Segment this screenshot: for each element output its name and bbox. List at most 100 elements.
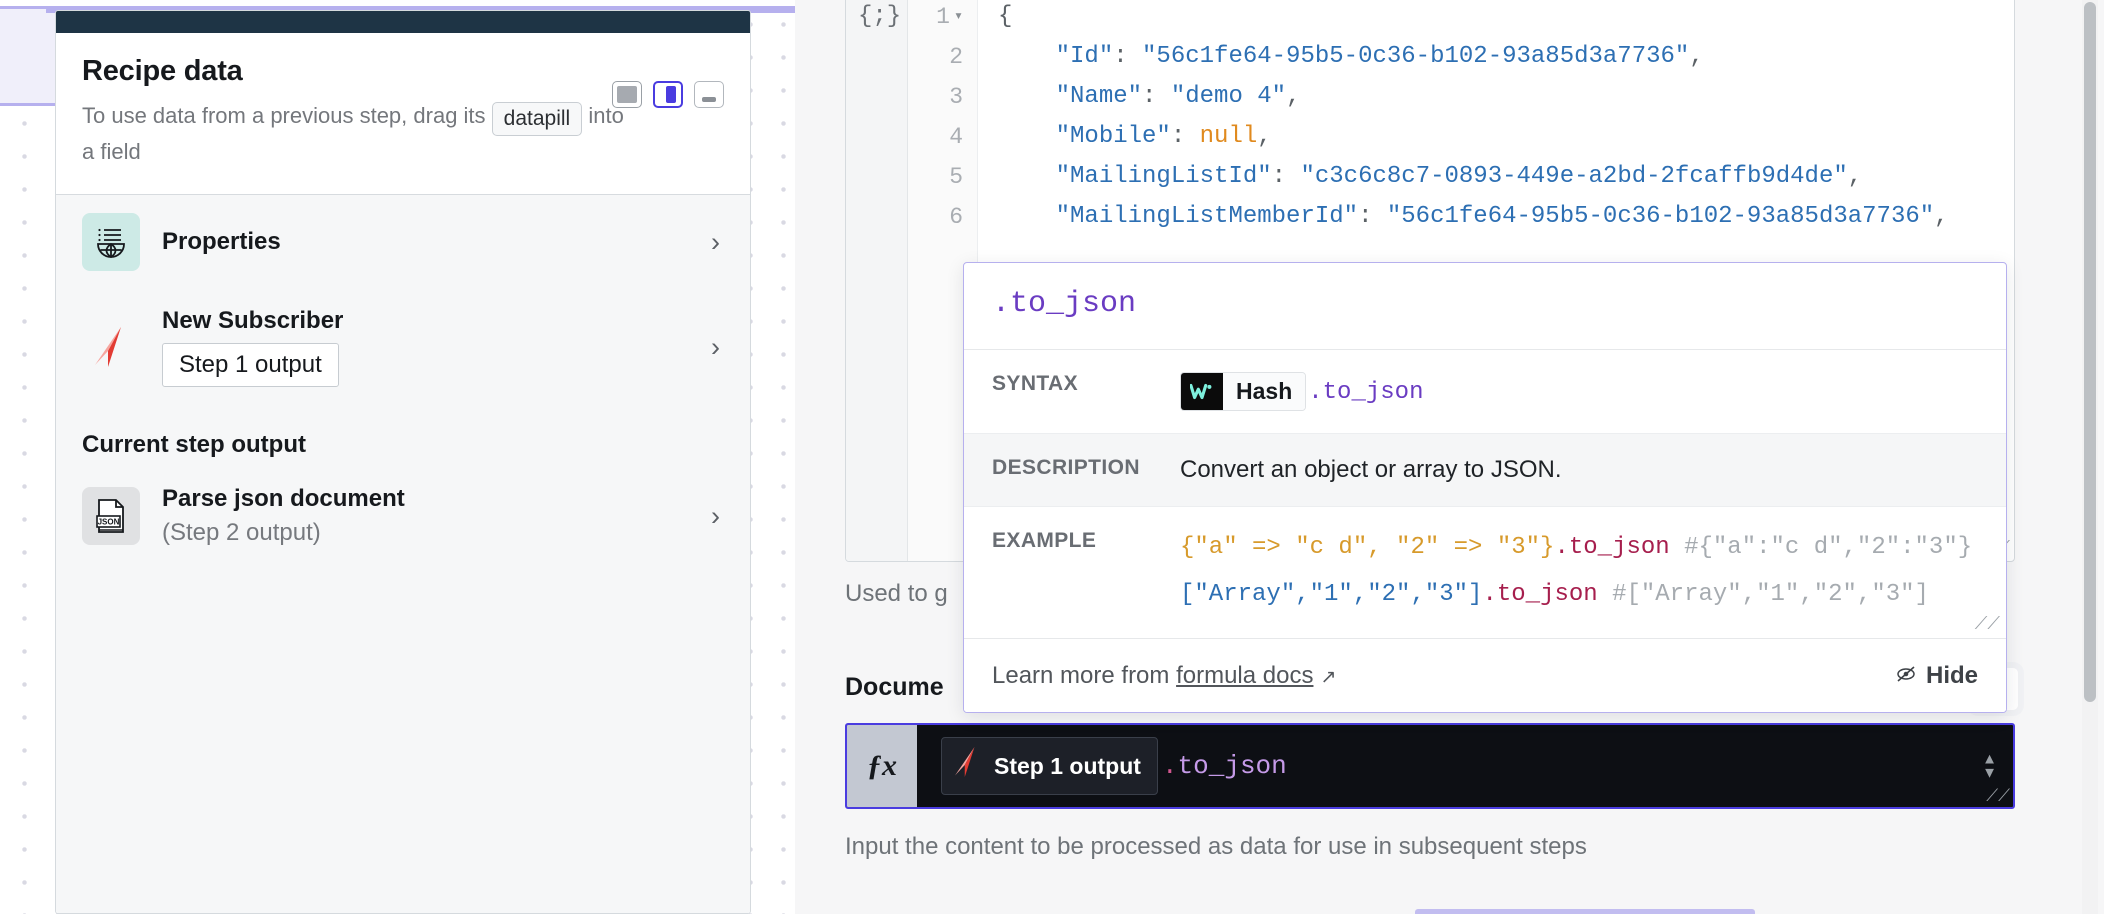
formula-popup-example-row: EXAMPLE {"a" => "c d", "2" => "3"}.to_js…: [964, 507, 2006, 635]
code-token: "MailingListMemberId": [1055, 203, 1359, 230]
code-token: ,: [1934, 203, 1949, 230]
hide-button[interactable]: Hide: [1895, 662, 1978, 690]
formula-dot: .: [1161, 751, 1178, 781]
learn-more-group: Learn more from formula docs ↗: [992, 662, 1336, 690]
paper-plane-icon: [952, 745, 982, 787]
editor-helper-text: Used to g: [845, 580, 948, 607]
document-field-label: Docume: [845, 673, 944, 701]
formula-resize-handle[interactable]: ⟋⟋: [1986, 786, 2010, 806]
example-value: {"a" => "c d", "2" => "3"}.to_json #{"a"…: [1180, 529, 1978, 613]
recipe-data-header: Recipe data To use data from a previous …: [56, 33, 750, 194]
properties-row-text: Properties: [162, 228, 711, 256]
code-line: "MailingListId": "c3c6c8c7-0893-449e-a2b…: [998, 157, 1994, 197]
line-number: 5: [949, 164, 963, 190]
syntax-value: Hash .to_json: [1180, 372, 1978, 411]
code-token: {: [998, 3, 1013, 30]
example-label: EXAMPLE: [992, 529, 1097, 552]
full-layout-icon: [617, 86, 637, 103]
json-file-icon: JSON: [82, 487, 140, 546]
popup-resize-handle[interactable]: ⟋⟋: [1975, 613, 2000, 634]
code-token: :: [1142, 83, 1171, 110]
sidebar-item-properties[interactable]: Properties ›: [56, 195, 750, 289]
example-expression: .to_json: [1554, 534, 1670, 561]
sidebar-item-label: Parse json document: [162, 485, 405, 513]
line-number: 1 ▾: [908, 0, 977, 37]
properties-globe-icon: [82, 213, 140, 272]
scrollbar-thumb[interactable]: [2084, 2, 2096, 702]
syntax-suffix: .to_json: [1308, 378, 1424, 406]
example-result-comment: #{"a":"c d","2":"3"}: [1669, 534, 1973, 561]
formula-input-bar[interactable]: ƒx Step 1 output . to_json ▲ ▼ ⟋⟋: [845, 723, 2015, 809]
svg-text:JSON: JSON: [98, 518, 120, 527]
chevron-right-icon[interactable]: ›: [711, 501, 724, 532]
line-number: 3: [949, 84, 963, 110]
hide-label: Hide: [1925, 661, 1978, 689]
code-token: "c3c6c8c7-0893-449e-a2bd-2fcaffb9d4de": [1300, 163, 1848, 190]
panel-titlebar: [56, 11, 750, 33]
code-token: ,: [1257, 123, 1272, 150]
code-token: null: [1199, 123, 1258, 150]
formula-popup-title: .to_json: [964, 263, 2006, 350]
formula-help-popup: .to_json SYNTAX Hash .to_json DESCRIPTIO…: [963, 262, 2007, 713]
line-number: 6: [949, 204, 963, 230]
step-1-output-datapill[interactable]: Step 1 output: [941, 737, 1158, 795]
formula-docs-link[interactable]: formula docs: [1176, 662, 1313, 689]
layout-toggle-group: [612, 81, 724, 108]
code-token: "56c1fe64-95b5-0c36-b102-93a85d3a7736": [1142, 43, 1690, 70]
sidebar-item-new-subscriber[interactable]: New Subscriber Step 1 output ›: [56, 289, 750, 405]
learn-more-prefix: Learn more from: [992, 661, 1170, 689]
workato-logo-icon: [1181, 373, 1223, 410]
current-step-output-heading: Current step output: [82, 431, 306, 459]
hash-type-name: Hash: [1223, 373, 1306, 410]
app-root: Recipe data To use data from a previous …: [0, 0, 2104, 914]
page-scrollbar[interactable]: [2082, 0, 2098, 914]
code-token: "MailingListId": [1055, 163, 1272, 190]
code-line: {: [998, 0, 1994, 37]
eye-slash-icon: [1895, 662, 1917, 690]
chevron-right-icon[interactable]: ›: [711, 332, 724, 363]
code-token: "Name": [1055, 83, 1143, 110]
code-token: ,: [1286, 83, 1301, 110]
recipe-data-subtitle: To use data from a previous step, drag i…: [82, 100, 642, 168]
syntax-label: SYNTAX: [992, 372, 1079, 395]
recipe-data-list: Properties › New Subscriber Step 1 outpu…: [56, 195, 750, 913]
sidebar-item-parse-json-document[interactable]: JSON Parse json document (Step 2 output)…: [56, 467, 750, 565]
datapill-label: Step 1 output: [994, 752, 1141, 779]
recipe-data-panel: Recipe data To use data from a previous …: [55, 10, 751, 914]
line-number: 4: [949, 124, 963, 150]
subtitle-before: To use data from a previous step, drag i…: [82, 103, 486, 128]
code-token: :: [1271, 163, 1301, 190]
datapill-hint-chip[interactable]: datapill: [491, 102, 583, 137]
code-token: "56c1fe64-95b5-0c36-b102-93a85d3a7736": [1386, 203, 1935, 230]
description-value: Convert an object or array to JSON.: [1180, 456, 1562, 483]
full-width-layout-button[interactable]: [612, 81, 642, 108]
external-link-icon: ↗: [1320, 666, 1337, 688]
fold-caret-icon[interactable]: ▾: [954, 0, 963, 37]
bottom-layout-icon: [702, 97, 716, 102]
parse-json-row-text: Parse json document (Step 2 output): [162, 485, 711, 547]
code-line: "Id": "56c1fe64-95b5-0c36-b102-93a85d3a7…: [998, 37, 1994, 77]
formula-popup-description-row: DESCRIPTION Convert an object or array t…: [964, 433, 2006, 507]
split-layout-button[interactable]: [653, 81, 683, 108]
chevron-right-icon[interactable]: ›: [711, 227, 724, 258]
editor-gutter-bar: [846, 0, 908, 561]
drag-handle-icon[interactable]: ▲ ▼: [1982, 752, 1997, 781]
next-step-card-peek[interactable]: [1415, 909, 1755, 914]
new-subscriber-row-text: New Subscriber Step 1 output: [162, 307, 711, 388]
sidebar-item-sublabel: (Step 2 output): [162, 519, 321, 547]
example-line: ["Array","1","2","3"].to_json #["Array",…: [1180, 576, 1978, 613]
paper-plane-icon: [82, 318, 140, 376]
formula-expression[interactable]: Step 1 output . to_json: [917, 725, 2013, 807]
sidebar-item-label: New Subscriber: [162, 307, 344, 335]
sidebar-item-label: Properties: [162, 228, 281, 256]
code-token: ,: [1847, 163, 1863, 190]
line-number: 2: [949, 44, 963, 70]
split-layout-icon: [666, 86, 676, 103]
example-expression: ["Array","1","2","3"]: [1180, 581, 1483, 609]
formula-popup-syntax-row: SYNTAX Hash .to_json: [964, 350, 2006, 433]
example-expression: {"a" => "c d", "2" => "3"}: [1180, 534, 1555, 561]
code-line: "MailingListMemberId": "56c1fe64-95b5-0c…: [998, 197, 1994, 237]
bottom-layout-button[interactable]: [694, 81, 724, 108]
step-1-output-pill[interactable]: Step 1 output: [162, 343, 339, 388]
fx-toggle-button[interactable]: ƒx: [847, 725, 917, 807]
